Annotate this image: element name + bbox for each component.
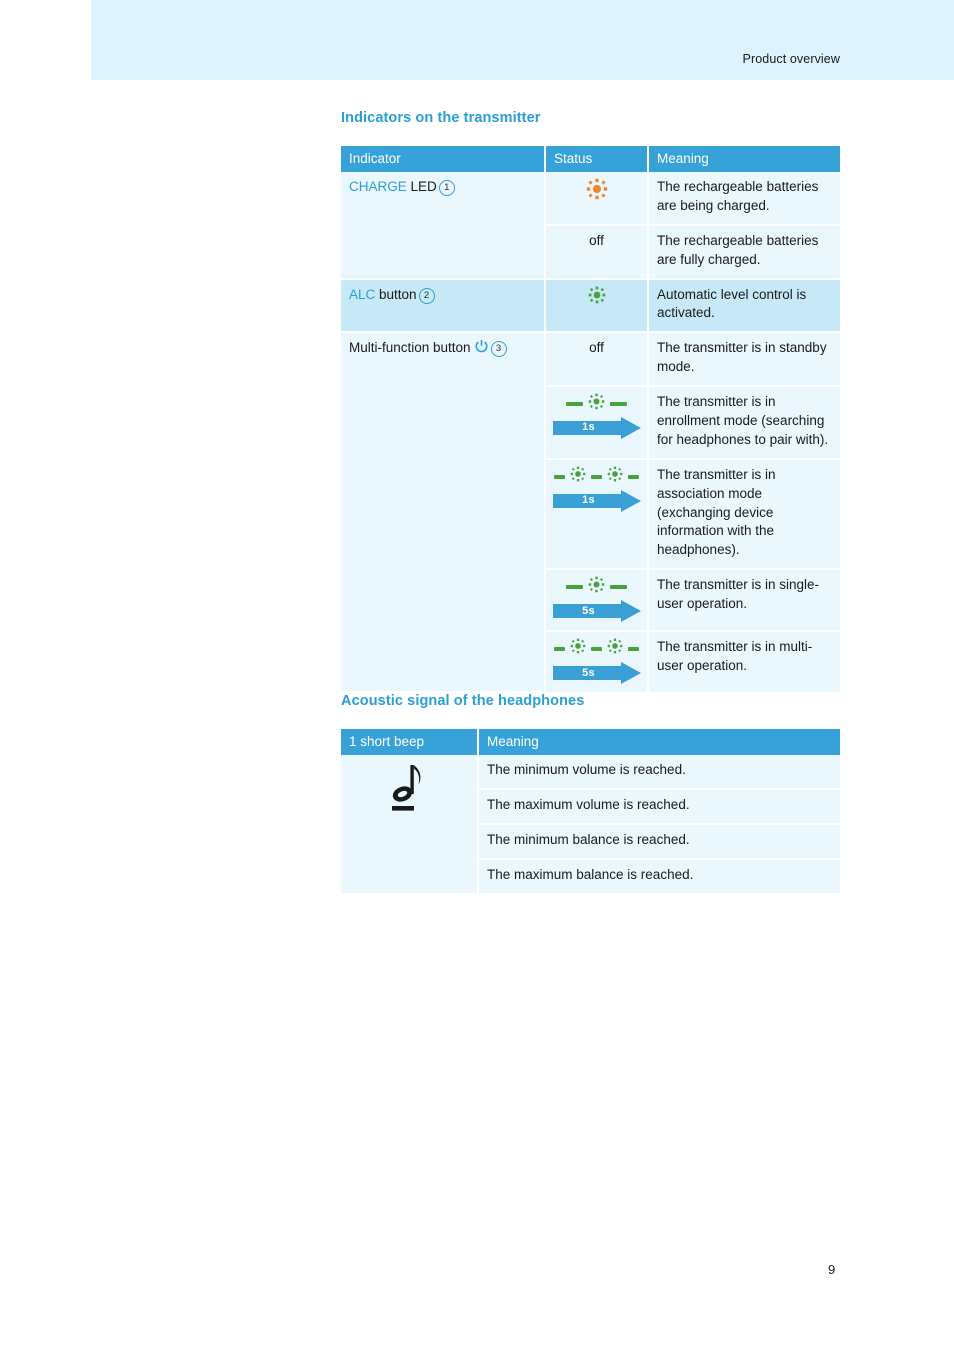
cell-status-off: off: [545, 224, 649, 280]
callout-number-3: 3: [490, 341, 507, 358]
indicator-label-led: LED: [406, 179, 437, 194]
cell-meaning: The transmitter is in single-user operat…: [648, 569, 840, 633]
led-green-icon: [588, 286, 606, 310]
page-header-band: [91, 0, 954, 80]
blink-dash-icon: [566, 585, 583, 590]
cell-status-off: off: [545, 332, 649, 388]
blink-dash-icon: [591, 647, 602, 652]
cell-meaning: The transmitter is in association mode (…: [648, 458, 840, 571]
cell-meaning: The minimum volume is reached.: [478, 755, 840, 790]
table-row: Multi-function button 3 off The transmitt…: [341, 332, 840, 694]
cell-meaning: The rechargeable batteries are being cha…: [648, 172, 840, 226]
table-row: CHARGE LED 1 The rechargeable batteries …: [341, 172, 840, 280]
led-green-icon: [588, 576, 605, 599]
column-header-indicator: Indicator: [341, 146, 546, 172]
duration-arrow-label: 5s: [582, 666, 595, 679]
page-number: 9: [828, 1262, 836, 1277]
indicator-label-charge: CHARGE: [349, 179, 407, 194]
led-green-icon: [570, 466, 586, 488]
section-heading-indicators: Indicators on the transmitter: [341, 110, 541, 126]
blink-pattern-double-1s: 1s: [552, 466, 641, 512]
cell-meaning: The transmitter is in standby mode.: [648, 332, 840, 388]
led-green-icon: [607, 638, 623, 660]
cell-indicator-multifunction-button: Multi-function button 3: [341, 332, 546, 694]
cell-meaning: The maximum balance is reached.: [478, 858, 840, 893]
page-header-title: Product overview: [742, 52, 840, 66]
blink-pattern-single-1s: 1s: [552, 393, 641, 440]
table-header-row: Indicator Status Meaning: [341, 146, 840, 172]
blink-sequence: [566, 576, 627, 599]
blink-dash-icon: [554, 474, 565, 479]
power-icon: [474, 339, 489, 360]
blink-dash-icon: [554, 647, 565, 652]
led-green-icon: [588, 393, 605, 416]
cell-status-alc-on: [545, 278, 649, 334]
duration-arrow-label: 1s: [582, 494, 595, 507]
cell-meaning: The rechargeable batteries are fully cha…: [648, 224, 840, 280]
duration-arrow-label: 1s: [582, 421, 595, 434]
duration-arrow: 1s: [552, 417, 641, 440]
cell-beep-icon: [341, 755, 479, 893]
blink-dash-icon: [628, 647, 639, 652]
cell-status-blink-single-user: 5s: [545, 569, 649, 633]
blink-dash-icon: [610, 585, 627, 590]
callout-number-2: 2: [418, 287, 435, 304]
cell-meaning: Automatic level control is activated.: [648, 278, 840, 334]
blink-dash-icon: [566, 402, 583, 407]
indicators-table: Indicator Status Meaning CHARGE LED 1 Th…: [341, 146, 840, 694]
cell-indicator-alc-button: ALC button 2: [341, 278, 546, 334]
cell-status-blink-association: 1s: [545, 458, 649, 571]
blink-sequence: [566, 393, 627, 416]
led-orange-icon: [586, 178, 608, 206]
blink-dash-icon: [628, 474, 639, 479]
column-header-short-beep: 1 short beep: [341, 729, 479, 755]
section-heading-acoustic: Acoustic signal of the headphones: [341, 693, 585, 709]
duration-arrow-label: 5s: [582, 604, 595, 617]
led-green-icon: [570, 638, 586, 660]
indicator-label-button: button: [375, 286, 417, 302]
cell-meaning: The minimum balance is reached.: [478, 823, 840, 860]
table-row: The minimum volume is reached.: [341, 755, 840, 893]
column-header-status: Status: [545, 146, 649, 172]
table-header-row: 1 short beep Meaning: [341, 729, 840, 755]
blink-dash-icon: [610, 402, 627, 407]
blink-sequence: [554, 466, 639, 488]
eighth-note-icon: [387, 765, 431, 822]
cell-indicator-charge-led: CHARGE LED 1: [341, 172, 546, 280]
cell-status-blink-enrollment: 1s: [545, 386, 649, 460]
indicator-label-alc: ALC: [349, 286, 376, 302]
table-row: ALC button 2 Automatic level control is …: [341, 278, 840, 334]
callout-number-1: 1: [438, 180, 455, 196]
led-green-icon: [607, 466, 623, 488]
duration-arrow: 1s: [552, 489, 641, 512]
cell-status-blink-multi-user: 5s: [545, 631, 649, 693]
column-header-meaning: Meaning: [648, 146, 840, 172]
duration-arrow: 5s: [552, 600, 641, 623]
blink-dash-icon: [591, 474, 602, 479]
duration-arrow: 5s: [552, 662, 641, 685]
acoustic-signal-table: 1 short beep Meaning The minimum volume …: [341, 729, 840, 893]
column-header-meaning: Meaning: [478, 729, 840, 755]
blink-sequence: [554, 638, 639, 660]
cell-meaning: The maximum volume is reached.: [478, 788, 840, 825]
cell-meaning: The transmitter is in multi-user operati…: [648, 631, 840, 693]
blink-pattern-double-5s: 5s: [552, 638, 641, 685]
blink-pattern-single-5s: 5s: [552, 576, 641, 623]
indicator-label-multifunction: Multi-function button: [349, 340, 471, 356]
cell-meaning: The transmitter is in enrollment mode (s…: [648, 386, 840, 460]
cell-status-charging: [545, 172, 649, 226]
